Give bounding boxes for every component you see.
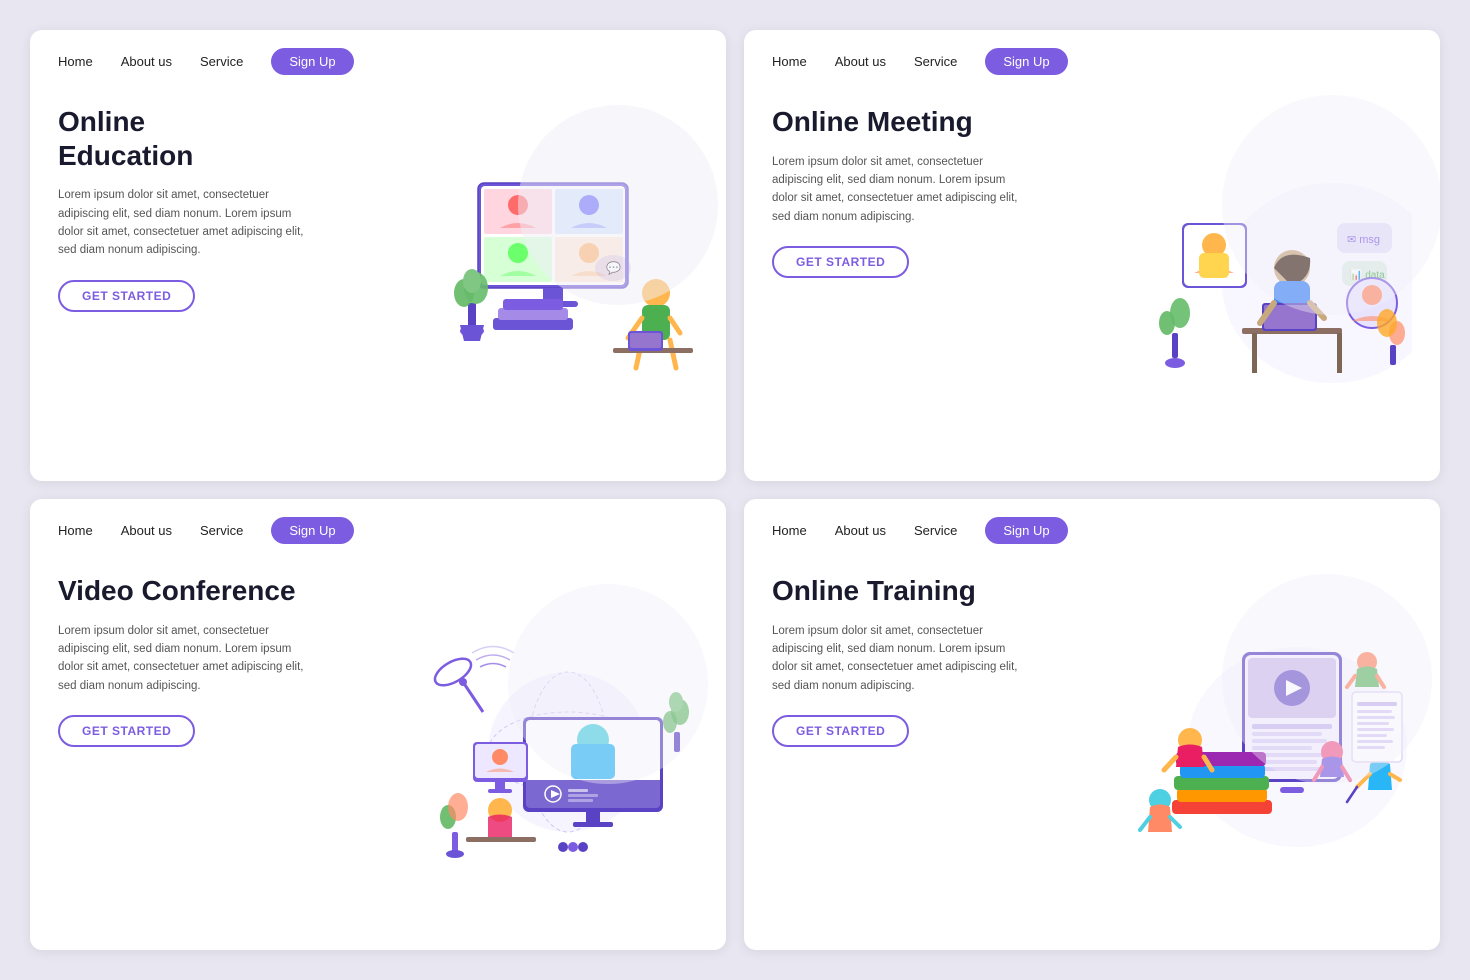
nav-about-3[interactable]: About us — [121, 523, 172, 538]
btn-get-started-training[interactable]: GET STARTED — [772, 715, 909, 747]
nav-home-2[interactable]: Home — [772, 54, 807, 69]
nav-conference: Home About us Service Sign Up — [30, 499, 726, 554]
btn-get-started-education[interactable]: GET STARTED — [58, 280, 195, 312]
nav-signup-4[interactable]: Sign Up — [985, 517, 1067, 544]
illus-training — [1092, 564, 1412, 930]
nav-signup-1[interactable]: Sign Up — [271, 48, 353, 75]
card-desc-meeting: Lorem ipsum dolor sit amet, consectetuer… — [772, 153, 1032, 227]
card-title-meeting: Online Meeting — [772, 105, 1092, 139]
nav-home-3[interactable]: Home — [58, 523, 93, 538]
nav-service-3[interactable]: Service — [200, 523, 243, 538]
nav-about-4[interactable]: About us — [835, 523, 886, 538]
card-text-meeting: Online Meeting Lorem ipsum dolor sit ame… — [772, 95, 1092, 461]
nav-signup-3[interactable]: Sign Up — [271, 517, 353, 544]
card-desc-education: Lorem ipsum dolor sit amet, consectetuer… — [58, 186, 318, 260]
card-body-meeting: Online Meeting Lorem ipsum dolor sit ame… — [744, 85, 1440, 481]
nav-meeting: Home About us Service Sign Up — [744, 30, 1440, 85]
nav-home-1[interactable]: Home — [58, 54, 93, 69]
nav-home-4[interactable]: Home — [772, 523, 807, 538]
card-body-education: OnlineEducation Lorem ipsum dolor sit am… — [30, 85, 726, 481]
card-online-meeting: Home About us Service Sign Up Online Mee… — [744, 30, 1440, 481]
nav-about-1[interactable]: About us — [121, 54, 172, 69]
illus-education: 💬 — [378, 95, 698, 461]
card-title-conference: Video Conference — [58, 574, 378, 608]
card-title-training: Online Training — [772, 574, 1092, 608]
card-title-education: OnlineEducation — [58, 105, 378, 172]
card-text-training: Online Training Lorem ipsum dolor sit am… — [772, 564, 1092, 930]
nav-service-1[interactable]: Service — [200, 54, 243, 69]
main-grid: Home About us Service Sign Up OnlineEduc… — [0, 0, 1470, 980]
illus-meeting: ✉ msg 📊 data — [1092, 95, 1412, 461]
card-text-conference: Video Conference Lorem ipsum dolor sit a… — [58, 564, 378, 930]
illus-conference — [378, 564, 698, 930]
card-video-conference: Home About us Service Sign Up Video Conf… — [30, 499, 726, 950]
card-online-training: Home About us Service Sign Up Online Tra… — [744, 499, 1440, 950]
nav-about-2[interactable]: About us — [835, 54, 886, 69]
btn-get-started-conference[interactable]: GET STARTED — [58, 715, 195, 747]
card-desc-conference: Lorem ipsum dolor sit amet, consectetuer… — [58, 622, 318, 696]
nav-training: Home About us Service Sign Up — [744, 499, 1440, 554]
nav-education: Home About us Service Sign Up — [30, 30, 726, 85]
card-body-training: Online Training Lorem ipsum dolor sit am… — [744, 554, 1440, 950]
card-body-conference: Video Conference Lorem ipsum dolor sit a… — [30, 554, 726, 950]
btn-get-started-meeting[interactable]: GET STARTED — [772, 246, 909, 278]
card-desc-training: Lorem ipsum dolor sit amet, consectetuer… — [772, 622, 1032, 696]
card-online-education: Home About us Service Sign Up OnlineEduc… — [30, 30, 726, 481]
nav-service-2[interactable]: Service — [914, 54, 957, 69]
card-text-education: OnlineEducation Lorem ipsum dolor sit am… — [58, 95, 378, 461]
nav-signup-2[interactable]: Sign Up — [985, 48, 1067, 75]
nav-service-4[interactable]: Service — [914, 523, 957, 538]
